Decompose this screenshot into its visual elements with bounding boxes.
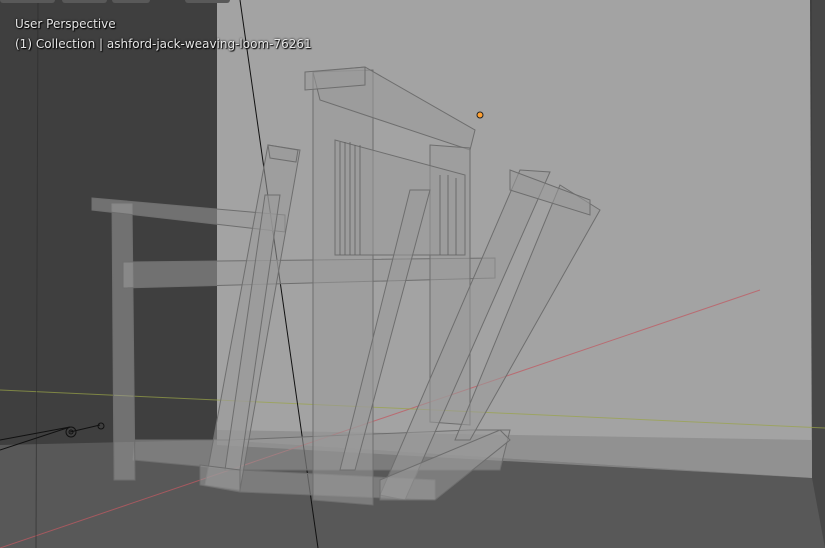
- scene-render[interactable]: [0, 0, 825, 548]
- 3d-viewport[interactable]: User Perspective (1) Collection | ashfor…: [0, 0, 825, 548]
- view-name-label: User Perspective: [15, 17, 116, 31]
- header-tab[interactable]: [185, 0, 230, 3]
- header-tab[interactable]: [0, 0, 55, 3]
- active-object-name: ashford-jack-weaving-loom-76261: [106, 37, 312, 51]
- collection-label: (1) Collection: [15, 37, 96, 51]
- header-tab[interactable]: [112, 0, 150, 3]
- light-object-icon[interactable]: [476, 111, 484, 119]
- collection-info: (1) Collection | ashford-jack-weaving-lo…: [15, 37, 312, 51]
- separator: |: [99, 37, 104, 51]
- header-tab[interactable]: [62, 0, 107, 3]
- header-tabs: [0, 0, 240, 4]
- right-edge: [812, 0, 825, 548]
